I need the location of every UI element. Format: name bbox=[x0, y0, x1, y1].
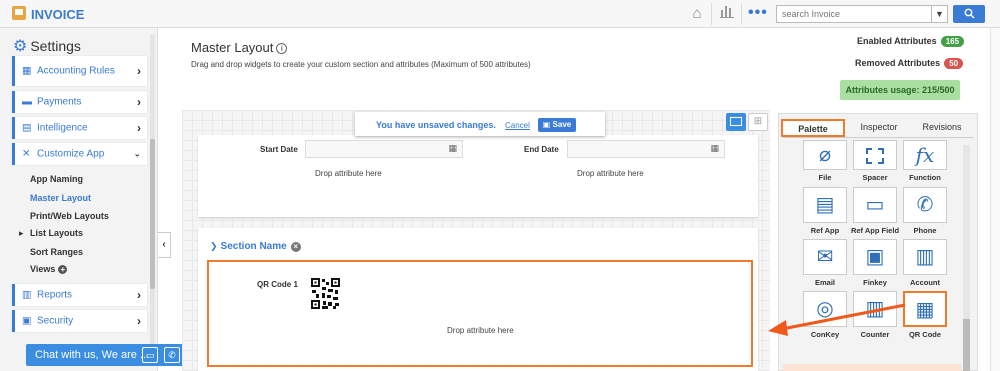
divider bbox=[711, 3, 712, 25]
qr-code-image[interactable] bbox=[311, 278, 340, 309]
sidebar-item-customize-app[interactable]: ✕ Customize App ⌄ bbox=[12, 143, 147, 165]
tile-label-phone: Phone bbox=[913, 226, 937, 235]
drop-zone-hint: Drop attribute here bbox=[447, 326, 514, 335]
more-icon[interactable]: ••• bbox=[748, 4, 768, 22]
gear-icon: ⚙ bbox=[13, 38, 28, 55]
home-icon[interactable]: ⌂ bbox=[686, 4, 708, 24]
paperclip-icon[interactable]: ⌀ bbox=[803, 140, 847, 170]
start-date-label: Start Date bbox=[260, 145, 298, 154]
desktop-view-button[interactable] bbox=[726, 113, 746, 131]
enabled-count-badge: 165 bbox=[940, 36, 965, 47]
chevron-right-icon: › bbox=[137, 121, 141, 135]
chat-message-icon[interactable]: ▭ bbox=[142, 347, 158, 363]
chevron-down-icon: ⌄ bbox=[133, 148, 141, 159]
qr-code-label: QR Code 1 bbox=[257, 280, 298, 289]
search-dropdown-icon[interactable]: ▼ bbox=[932, 5, 948, 23]
end-date-field[interactable]: ▦ bbox=[567, 140, 725, 158]
drop-zone-hint: Drop attribute here bbox=[577, 169, 644, 178]
sidebar-item-security[interactable]: ▣ Security › bbox=[12, 310, 147, 332]
email-icon[interactable]: ✉ bbox=[803, 239, 847, 275]
attributes-usage: Attributes usage: 215/500 bbox=[840, 80, 960, 100]
save-button[interactable]: ▣ Save bbox=[538, 118, 576, 132]
chat-phone-icon[interactable]: ✆ bbox=[164, 347, 180, 363]
sidebar-item-intelligence[interactable]: ▤ Intelligence › bbox=[12, 117, 147, 139]
calendar-icon[interactable]: ▦ bbox=[710, 143, 719, 154]
chat-widget[interactable]: Chat with us, We are ... ▭ ✆ ⌄ bbox=[26, 344, 206, 366]
palette-scrollbar[interactable] bbox=[963, 145, 970, 371]
drop-zone-hint: Drop attribute here bbox=[315, 169, 382, 178]
enabled-attributes: Enabled Attributes 165 bbox=[857, 36, 965, 47]
plus-icon[interactable]: + bbox=[58, 265, 68, 274]
chevron-right-icon: › bbox=[137, 314, 141, 328]
caret-right-icon: ▸ bbox=[19, 228, 24, 238]
tab-inspector[interactable]: Inspector bbox=[850, 119, 908, 137]
phone-icon[interactable]: ✆ bbox=[903, 187, 947, 223]
cancel-link[interactable]: Cancel bbox=[505, 121, 530, 130]
hierarchy-view-button[interactable]: ⊞ bbox=[748, 113, 768, 131]
sidebar-item-reports[interactable]: ▥ Reports › bbox=[12, 284, 147, 306]
finkey-icon[interactable]: ▣ bbox=[853, 239, 897, 275]
report-icon: ▥ bbox=[22, 289, 32, 301]
ref-field-icon[interactable]: ▭ bbox=[853, 187, 897, 223]
lock-icon: ▣ bbox=[22, 315, 32, 327]
tab-palette[interactable]: Palette bbox=[781, 119, 845, 137]
close-icon[interactable]: × bbox=[290, 242, 301, 252]
account-icon[interactable]: ▥ bbox=[903, 239, 947, 275]
card-icon: ▬ bbox=[22, 96, 32, 108]
divider bbox=[741, 3, 742, 25]
annotation-arrow bbox=[768, 303, 906, 336]
chevron-right-icon: › bbox=[137, 64, 141, 78]
subitem-sort-ranges[interactable]: Sort Ranges bbox=[30, 247, 83, 257]
unsaved-changes-toast: You have unsaved changes. Cancel ▣ Save bbox=[355, 112, 605, 136]
tools-icon: ✕ bbox=[22, 148, 31, 160]
sidebar-heading: ⚙ Settings bbox=[13, 38, 81, 55]
page-title: Master Layout i bbox=[191, 40, 288, 55]
sidebar-item-payments[interactable]: ▬ Payments › bbox=[12, 91, 147, 113]
ref-app-icon[interactable]: ▤ bbox=[803, 187, 847, 223]
search-button[interactable] bbox=[953, 5, 985, 23]
tab-revisions[interactable]: Revisions bbox=[912, 119, 972, 137]
top-bar: INVOICE ⌂ ••• ▼ bbox=[0, 0, 1000, 28]
panel-footer-strip bbox=[783, 364, 961, 371]
page-subtitle: Drag and drop widgets to create your cus… bbox=[191, 60, 531, 69]
spacer-icon[interactable] bbox=[853, 140, 897, 170]
removed-attributes: Removed Attributes 50 bbox=[855, 58, 964, 69]
tile-label-function: Function bbox=[909, 173, 941, 182]
highlighted-section-body[interactable] bbox=[207, 260, 753, 367]
function-icon[interactable]: fx bbox=[903, 140, 947, 170]
start-date-field[interactable]: ▦ bbox=[305, 140, 463, 158]
end-date-label: End Date bbox=[524, 145, 559, 154]
subitem-views[interactable]: Views + bbox=[30, 264, 68, 274]
page-scrollbar[interactable] bbox=[990, 28, 1000, 371]
subitem-master-layout[interactable]: Master Layout bbox=[30, 193, 91, 203]
calendar-icon[interactable]: ▦ bbox=[448, 143, 457, 154]
search-input[interactable] bbox=[776, 5, 932, 23]
tile-label-account: Account bbox=[910, 278, 940, 287]
section-name[interactable]: ❯ Section Name × bbox=[210, 241, 301, 252]
tab-divider bbox=[783, 137, 973, 138]
unsaved-message: You have unsaved changes. bbox=[376, 120, 496, 130]
search-icon bbox=[964, 8, 975, 19]
calculator-icon: ▦ bbox=[22, 65, 32, 77]
app-title[interactable]: INVOICE bbox=[31, 7, 84, 22]
bar-chart-icon[interactable] bbox=[716, 4, 738, 24]
subitem-app-naming[interactable]: App Naming bbox=[30, 174, 83, 184]
chevron-right-icon: › bbox=[137, 288, 141, 302]
invoice-app-icon bbox=[12, 6, 26, 20]
sidebar-item-accounting-rules[interactable]: ▦ Accounting Rules › bbox=[12, 56, 147, 86]
subitem-list-layouts[interactable]: ▸ List Layouts bbox=[19, 228, 83, 238]
sidebar-collapse-button[interactable]: ‹ bbox=[158, 232, 171, 258]
info-icon[interactable]: i bbox=[276, 43, 288, 54]
sidebar-scrollbar[interactable] bbox=[150, 34, 155, 364]
save-icon: ▣ bbox=[542, 120, 553, 129]
subitem-print-web-layouts[interactable]: Print/Web Layouts bbox=[30, 211, 109, 221]
chevron-down-icon: ❯ bbox=[210, 241, 218, 251]
chevron-right-icon: › bbox=[137, 95, 141, 109]
removed-count-badge: 50 bbox=[944, 58, 964, 69]
chat-label: Chat with us, We are ... bbox=[35, 349, 150, 361]
chart-icon: ▤ bbox=[22, 122, 32, 134]
